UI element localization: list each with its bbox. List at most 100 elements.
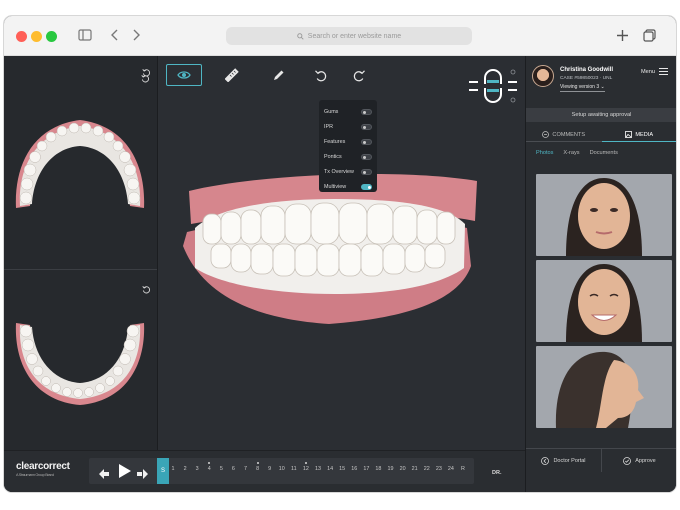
tab-media[interactable]: MEDIA (601, 128, 676, 142)
panel-actions: Doctor Portal Approve (526, 448, 676, 472)
menu-label: Tx Overview (324, 168, 354, 175)
stage-marker-dot (304, 462, 307, 464)
stage-tick[interactable]: 17 (361, 466, 371, 472)
stage-tick[interactable]: 3 (192, 466, 202, 472)
multiview-panel (4, 56, 158, 450)
version-selector[interactable]: Viewing version 3 ⌄ (560, 84, 605, 92)
photo-frontal-neutral[interactable] (536, 174, 672, 256)
menu-row-tx-overview[interactable]: Tx Overview (324, 164, 372, 179)
brand-name: clearcorrect (16, 461, 70, 472)
stage-tick[interactable]: 6 (228, 466, 238, 472)
subtab-xrays[interactable]: X-rays (563, 150, 579, 156)
menu-label: Multiview (324, 183, 347, 190)
multiview-toggle[interactable] (361, 183, 372, 190)
subtab-photos[interactable]: Photos (536, 150, 553, 156)
stage-tick[interactable]: 24 (446, 466, 456, 472)
stage-tick[interactable]: 7 (241, 466, 251, 472)
stage-tick[interactable]: 21 (410, 466, 420, 472)
stage-tick[interactable]: 2 (180, 466, 190, 472)
stage-tick[interactable]: 9 (265, 466, 275, 472)
lower-arch-illustration (15, 323, 145, 405)
browser-window: Search or enter website name Gums IPR Fe… (4, 16, 676, 492)
browser-toolbar: Search or enter website name (4, 16, 676, 56)
play-icon[interactable] (118, 463, 132, 484)
comment-icon (542, 131, 550, 138)
forward-icon[interactable] (131, 28, 141, 42)
fast-forward-icon[interactable] (137, 466, 148, 484)
sidebar-icon[interactable] (78, 28, 92, 42)
maximize-dot[interactable] (46, 31, 57, 42)
stage-tick[interactable]: R (458, 466, 468, 472)
lower-arch-view[interactable] (4, 271, 157, 450)
stage-tick[interactable]: 20 (398, 466, 408, 472)
search-icon (297, 32, 304, 40)
menu-label: Gums (324, 108, 339, 115)
ipr-toggle[interactable] (361, 123, 372, 130)
status-banner: Setup awaiting approval (526, 108, 676, 122)
stage-tick[interactable]: 18 (373, 466, 383, 472)
hamburger-icon (659, 68, 668, 75)
approve-label: Approve (635, 457, 656, 464)
main-3d-viewer[interactable]: Gums IPR Features Pontics Tx Overview Mu… (141, 56, 525, 450)
stage-tick[interactable]: 22 (422, 466, 432, 472)
stage-tick[interactable]: 5 (216, 466, 226, 472)
stage-tick[interactable]: 1 (168, 466, 178, 472)
patient-name: Christina Goodwill (560, 67, 614, 73)
stage-tick[interactable]: 8 (253, 462, 263, 472)
version-label: Viewing version 3 (560, 84, 600, 90)
stage-tick[interactable]: 15 (337, 466, 347, 472)
brand-tagline: A Straumann Group Brand (16, 473, 54, 477)
close-dot[interactable] (16, 31, 27, 42)
stage-timeline[interactable]: S 1 2 3 4 5 6 7 8 9 10 11 12 13 14 15 16 17 18 19 20 21 22 23 2… (89, 458, 474, 484)
rewind-icon[interactable] (99, 466, 110, 484)
menu-label: Features (324, 138, 346, 145)
media-icon (625, 131, 633, 138)
case-number: CASE #59850023 · UNL (560, 76, 613, 81)
case-panel: Christina Goodwill CASE #59850023 · UNL … (525, 56, 676, 492)
avatar (532, 65, 554, 87)
current-stage-label: S (160, 468, 165, 474)
visibility-menu: Gums IPR Features Pontics Tx Overview Mu… (319, 100, 377, 192)
new-tab-icon[interactable] (615, 28, 629, 42)
back-icon[interactable] (110, 28, 120, 42)
tab-comments[interactable]: COMMENTS (526, 128, 602, 142)
tx-overview-toggle[interactable] (361, 168, 372, 175)
photo-profile[interactable] (536, 346, 672, 428)
gums-toggle[interactable] (361, 108, 372, 115)
stage-tick[interactable]: 19 (386, 466, 396, 472)
menu-row-pontics[interactable]: Pontics (324, 149, 372, 164)
menu-row-multiview[interactable]: Multiview (324, 179, 372, 194)
reset-view-icon[interactable] (141, 70, 150, 88)
menu-row-ipr[interactable]: IPR (324, 119, 372, 134)
stage-marker-dot (256, 462, 259, 464)
subtab-documents[interactable]: Documents (590, 150, 618, 156)
stage-tick[interactable]: 11 (289, 466, 299, 472)
menu-row-gums[interactable]: Gums (324, 104, 372, 119)
stage-tick[interactable]: 14 (325, 466, 335, 472)
tabs-overview-icon[interactable] (642, 28, 656, 42)
photo-frontal-smile[interactable] (536, 260, 672, 342)
stage-tick[interactable]: 23 (434, 466, 444, 472)
upper-arch-illustration (15, 120, 145, 208)
chevron-down-icon: ⌄ (600, 84, 605, 90)
stage-tick[interactable]: 13 (313, 466, 323, 472)
menu-row-features[interactable]: Features (324, 134, 372, 149)
stage-tick[interactable]: 16 (349, 466, 359, 472)
upper-arch-view[interactable] (4, 56, 157, 270)
stage-tick[interactable]: 4 (204, 462, 214, 472)
menu-label: Pontics (324, 153, 342, 160)
check-circle-icon (623, 456, 632, 465)
media-subtabs: Photos X-rays Documents (536, 150, 618, 156)
features-toggle[interactable] (361, 138, 372, 145)
bottom-bar: clearcorrect A Straumann Group Brand S 1… (4, 450, 525, 492)
address-placeholder: Search or enter website name (307, 32, 402, 40)
address-bar[interactable]: Search or enter website name (226, 27, 472, 45)
minimize-dot[interactable] (31, 31, 42, 42)
stage-tick[interactable]: 10 (277, 466, 287, 472)
stage-tick[interactable]: 12 (301, 462, 311, 472)
doctor-portal-button[interactable]: Doctor Portal (526, 449, 601, 472)
pontics-toggle[interactable] (361, 153, 372, 160)
menu-button[interactable]: Menu (641, 68, 668, 75)
panel-tabs: COMMENTS MEDIA (526, 128, 676, 142)
approve-button[interactable]: Approve (601, 449, 676, 472)
